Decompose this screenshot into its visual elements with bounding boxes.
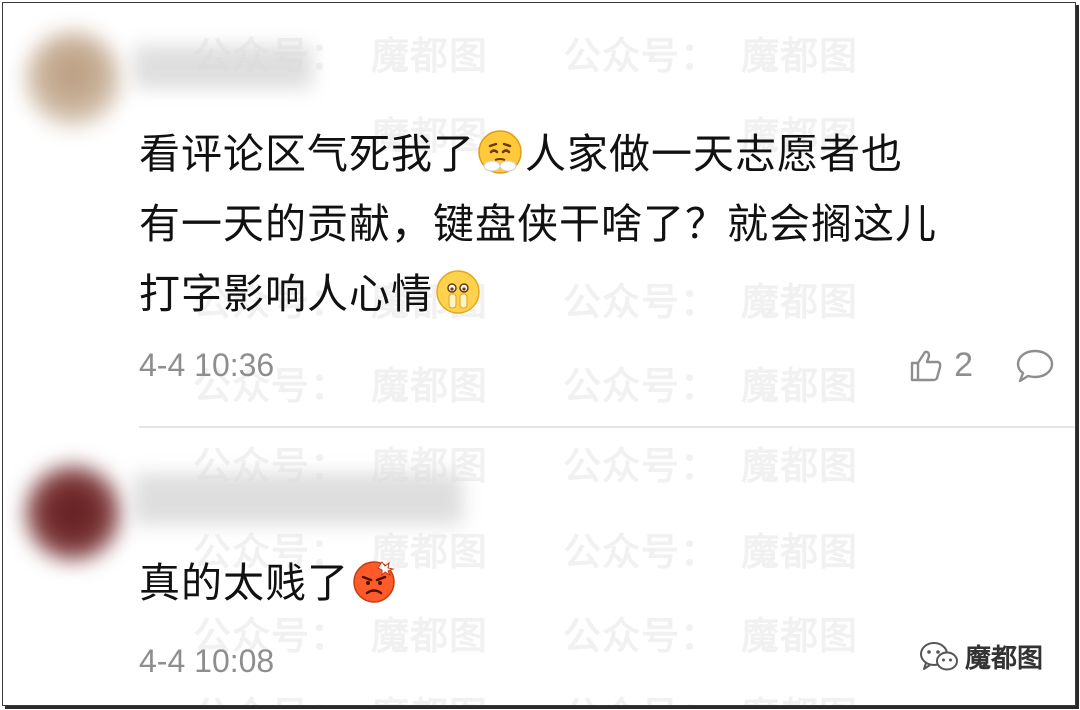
screenshot-frame: 公众号： 魔都图 公众号： 魔都图 魔都图 魔都图 公众号： 魔都图 公众号： … <box>2 2 1076 706</box>
comment-timestamp: 4-4 10:08 <box>139 643 275 679</box>
angry-red-face-emoji-icon <box>353 561 395 603</box>
salute-emoji-icon <box>436 270 480 314</box>
comment-text-segment: 人家做一天志愿者也 <box>525 130 903 178</box>
thumbs-up-icon <box>910 350 942 381</box>
username-blurred[interactable] <box>133 473 463 525</box>
username-blurred[interactable] <box>133 45 313 89</box>
angry-steam-emoji-icon <box>478 130 522 174</box>
watermark-text: 公众号： <box>193 685 349 705</box>
brand-label: 魔都图 <box>964 644 1043 674</box>
comment-text: 看评论区气死我了 人家做一天志愿者也 有一天的贡献，键盘侠干啥了？就会搁这儿 打… <box>139 119 1069 329</box>
comment-line: 有一天的贡献，键盘侠干啥了？就会搁这儿 <box>139 200 937 248</box>
comment-divider <box>139 426 1075 428</box>
watermark-text: 魔都图 <box>371 364 489 408</box>
comment-text-segment: 打字影响人心情 <box>139 270 433 318</box>
avatar[interactable] <box>25 31 121 127</box>
watermark-text: 魔都图 <box>741 34 859 78</box>
like-button[interactable]: 2 <box>908 346 973 385</box>
watermark-text: 公众号： <box>563 444 720 488</box>
watermark-text: 魔都图 <box>741 364 859 408</box>
comment-line: 看评论区气死我了 人家做一天志愿者也 <box>139 119 1069 189</box>
avatar[interactable] <box>25 465 121 561</box>
watermark-text: 公众号： <box>563 34 720 78</box>
watermark-text: 魔都图 <box>741 685 858 705</box>
watermark-text: 魔都图 <box>741 444 859 488</box>
wechat-logo-icon <box>919 641 958 670</box>
watermark-text: 魔都图 <box>371 685 488 705</box>
comment-text-segment: 看评论区气死我了 <box>139 130 475 178</box>
watermark-text: 魔都图 <box>371 34 489 78</box>
watermark-text: 公众号： <box>563 685 719 705</box>
like-count: 2 <box>954 346 973 384</box>
watermark-text: 公众号： <box>563 364 720 408</box>
brand-watermark: 魔都图 <box>912 636 1049 677</box>
speech-bubble-icon[interactable] <box>1015 348 1055 384</box>
comment-text-segment: 真的太贱了 <box>139 559 349 607</box>
comment-text: 真的太贱了 <box>139 548 1069 618</box>
comment-line: 真的太贱了 <box>139 548 1069 618</box>
comment-timestamp: 4-4 10:36 <box>139 347 275 383</box>
comment-line: 打字影响人心情 <box>139 259 1069 329</box>
